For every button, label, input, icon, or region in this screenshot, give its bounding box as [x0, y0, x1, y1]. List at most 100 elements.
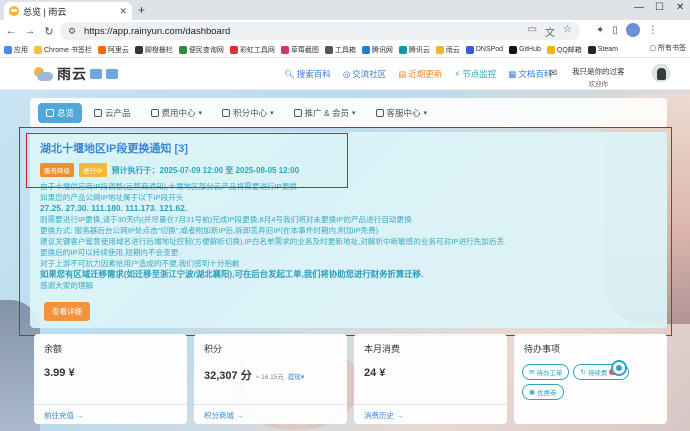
tab-promotion[interactable]: 推广 & 会员 ▾ — [286, 103, 364, 123]
tab-points[interactable]: 积分中心 ▾ — [214, 103, 282, 123]
chevron-down-icon: ▾ — [352, 110, 356, 117]
new-tab-icon[interactable]: + — [138, 3, 145, 17]
bookmark-item[interactable]: 脚橙栅栏 — [134, 45, 173, 55]
tab-support[interactable]: 客服中心 ▾ — [368, 103, 436, 123]
site-icon — [134, 45, 143, 54]
header-badges — [90, 69, 118, 79]
announcement-line: 更换方式: 服务器后台公网IP处点击"切换",或者附加新IP后,拆卸丢弃旧IP(… — [40, 226, 379, 235]
close-tab-icon[interactable]: ✕ — [119, 6, 127, 17]
nav-search-wiki[interactable]: 🔍︎ 搜索百科 — [284, 68, 331, 80]
bookmark-item[interactable]: 工具箱 — [324, 45, 356, 55]
github-icon — [509, 45, 518, 54]
tab-cloud-products[interactable]: 云产品 — [86, 103, 139, 123]
renew-icon: ↻ — [580, 369, 586, 376]
bookmark-item[interactable]: GitHub — [509, 45, 541, 54]
bookmark-item[interactable]: 草莓截图 — [280, 45, 319, 55]
dashboard-page: 总览 云产品 费用中心 ▾ 积分中心 ▾ 推广 & 会员 ▾ 客服中心 ▾ 湖北十堰地区… — [0, 90, 690, 431]
headset-icon — [375, 109, 384, 117]
bookmark-item[interactable]: Chrome 书签栏 — [34, 45, 92, 55]
bookmark-item[interactable]: 彩虹工具网 — [229, 45, 275, 55]
points-value: 32,307 分 — [204, 370, 252, 382]
bookmark-label: 便民查询网 — [188, 46, 224, 54]
profile-avatar[interactable] — [625, 23, 640, 37]
reload-icon[interactable]: ↻ — [41, 25, 57, 38]
folder-icon — [34, 45, 42, 54]
announcement-line: 更换后的IP可以持续使用,短期内不会变更. — [40, 248, 181, 257]
monthly-spend-value: 24 ¥ — [364, 367, 386, 379]
address-bar[interactable]: ⚙ https://app.rainyun.com/dashboard ▭ 文 … — [60, 22, 580, 40]
nav-node-monitor[interactable]: ⚡︎ 节点监控 — [454, 68, 496, 80]
steam-icon — [587, 45, 596, 54]
back-icon[interactable]: ← — [3, 25, 19, 37]
site-header: 雨云 🔍︎ 搜索百科 ◎ 交流社区 ▤ 近期更新 ⚡︎ 节点监控 ▦ 文档百科 ✉ 我只是… — [0, 58, 690, 90]
tab-billing[interactable]: 费用中心 ▾ — [143, 103, 211, 123]
bookmark-label: 阿里云 — [107, 46, 129, 54]
bookmark-item[interactable]: QQ邮箱 — [546, 45, 582, 55]
browser-tab[interactable]: 总览 | 雨云 ✕ — [4, 2, 132, 20]
bookmark-item[interactable]: 腾讯云 — [398, 45, 430, 55]
recharge-link[interactable]: 前往充值 → — [34, 404, 187, 424]
nav-label: 搜索百科 — [296, 69, 331, 79]
bookmark-item[interactable]: 便民查询网 — [178, 45, 224, 55]
announcement-title[interactable]: 湖北十堰地区IP段更换通知 [3] — [40, 140, 657, 156]
withdraw-link[interactable]: 提现¥ — [288, 374, 305, 381]
site-icon — [229, 45, 238, 54]
menu-icon[interactable]: ⋮ — [648, 25, 658, 36]
url-text[interactable]: https://app.rainyun.com/dashboard — [84, 26, 230, 37]
points-mall-link[interactable]: 积分商城 → — [194, 404, 347, 424]
site-info-icon[interactable]: ⚙ — [68, 26, 78, 36]
rainyun-logo-icon — [32, 66, 54, 82]
bookmark-item[interactable]: Steam — [587, 45, 618, 54]
bookmark-star-icon[interactable]: ☆ — [563, 24, 572, 39]
nav-docs[interactable]: ▦ 文档百科 — [508, 68, 552, 80]
type-badge: 服务降级 — [40, 163, 74, 177]
bookmark-label: DNSPod — [475, 46, 504, 53]
close-window-icon[interactable]: ✕ — [676, 2, 684, 13]
pulse-icon: ⚡︎ — [454, 68, 461, 79]
bookmark-item[interactable]: 腾讯网 — [361, 45, 393, 55]
user-avatar[interactable] — [652, 64, 670, 82]
site-logo[interactable]: 雨云 — [32, 64, 87, 84]
tab-label: 积分中心 — [233, 108, 268, 118]
bookmark-item[interactable]: 应用 — [4, 45, 28, 55]
bookmark-label: 工具箱 — [334, 46, 356, 54]
bookmark-label: 彩虹工具网 — [239, 46, 275, 54]
bookmark-item[interactable]: 阿里云 — [97, 45, 129, 55]
tab-label: 云产品 — [105, 108, 131, 118]
bookmark-item[interactable]: DNSPod — [465, 45, 504, 54]
site-icon — [178, 45, 187, 54]
translate-icon[interactable]: 文 — [545, 24, 555, 39]
points-cash-equivalent: ≈ 16.15元 — [255, 374, 284, 381]
bookmark-label: GitHub — [519, 46, 541, 53]
all-bookmarks[interactable]: ▢ 所有书签 — [645, 43, 686, 53]
pending-tickets-button[interactable]: ✉ 待办工单 — [522, 364, 570, 380]
view-details-button[interactable]: 查看详细 — [44, 302, 90, 321]
announcement-line: 感谢大家的理解 — [40, 281, 94, 290]
maximize-icon[interactable]: ☐ — [655, 2, 664, 13]
mail-icon — [546, 45, 555, 54]
bookmark-label: 腾讯云 — [408, 46, 430, 54]
coupons-button[interactable]: ▣ 优惠券 — [522, 384, 564, 400]
user-greeting[interactable]: 我只是你的过客 欢迎你 — [572, 66, 625, 88]
nav-updates[interactable]: ▤ 近期更新 — [398, 68, 442, 80]
forward-icon[interactable]: → — [22, 25, 38, 37]
all-bookmarks-label: 所有书签 — [658, 45, 686, 52]
nav-community[interactable]: ◎ 交流社区 — [343, 68, 386, 80]
bookmarks-bar: 应用 Chrome 书签栏 阿里云 脚橙栅栏 便民查询网 彩虹工具网 草莓截图 … — [0, 42, 690, 58]
home-icon — [46, 109, 54, 117]
install-app-icon[interactable]: ▭ — [528, 24, 537, 39]
tab-overview[interactable]: 总览 — [38, 103, 83, 123]
spend-history-link[interactable]: 消费历史 → — [354, 404, 507, 424]
bookmark-label: Steam — [597, 46, 618, 53]
greeting-sub: 欢迎你 — [588, 81, 609, 88]
bookmark-item[interactable]: 雨云 — [435, 45, 460, 55]
extensions-icon[interactable]: ✦ — [596, 25, 604, 36]
minimize-icon[interactable]: — — [634, 2, 644, 13]
announcement-line: 如果您有区域迁移需求(如迁移至浙江宁波/湖北襄阳),可在后台发起工单,我们将协助… — [40, 269, 424, 279]
greeting-name: 我只是你的过客 — [572, 67, 625, 76]
card-title: 本月消费 — [364, 344, 401, 354]
nav-label: 节点监控 — [462, 69, 497, 79]
mail-icon[interactable]: ✉ — [549, 68, 557, 79]
support-chat-icon[interactable] — [611, 360, 627, 376]
sidebar-icon[interactable]: ▯ — [612, 25, 618, 36]
